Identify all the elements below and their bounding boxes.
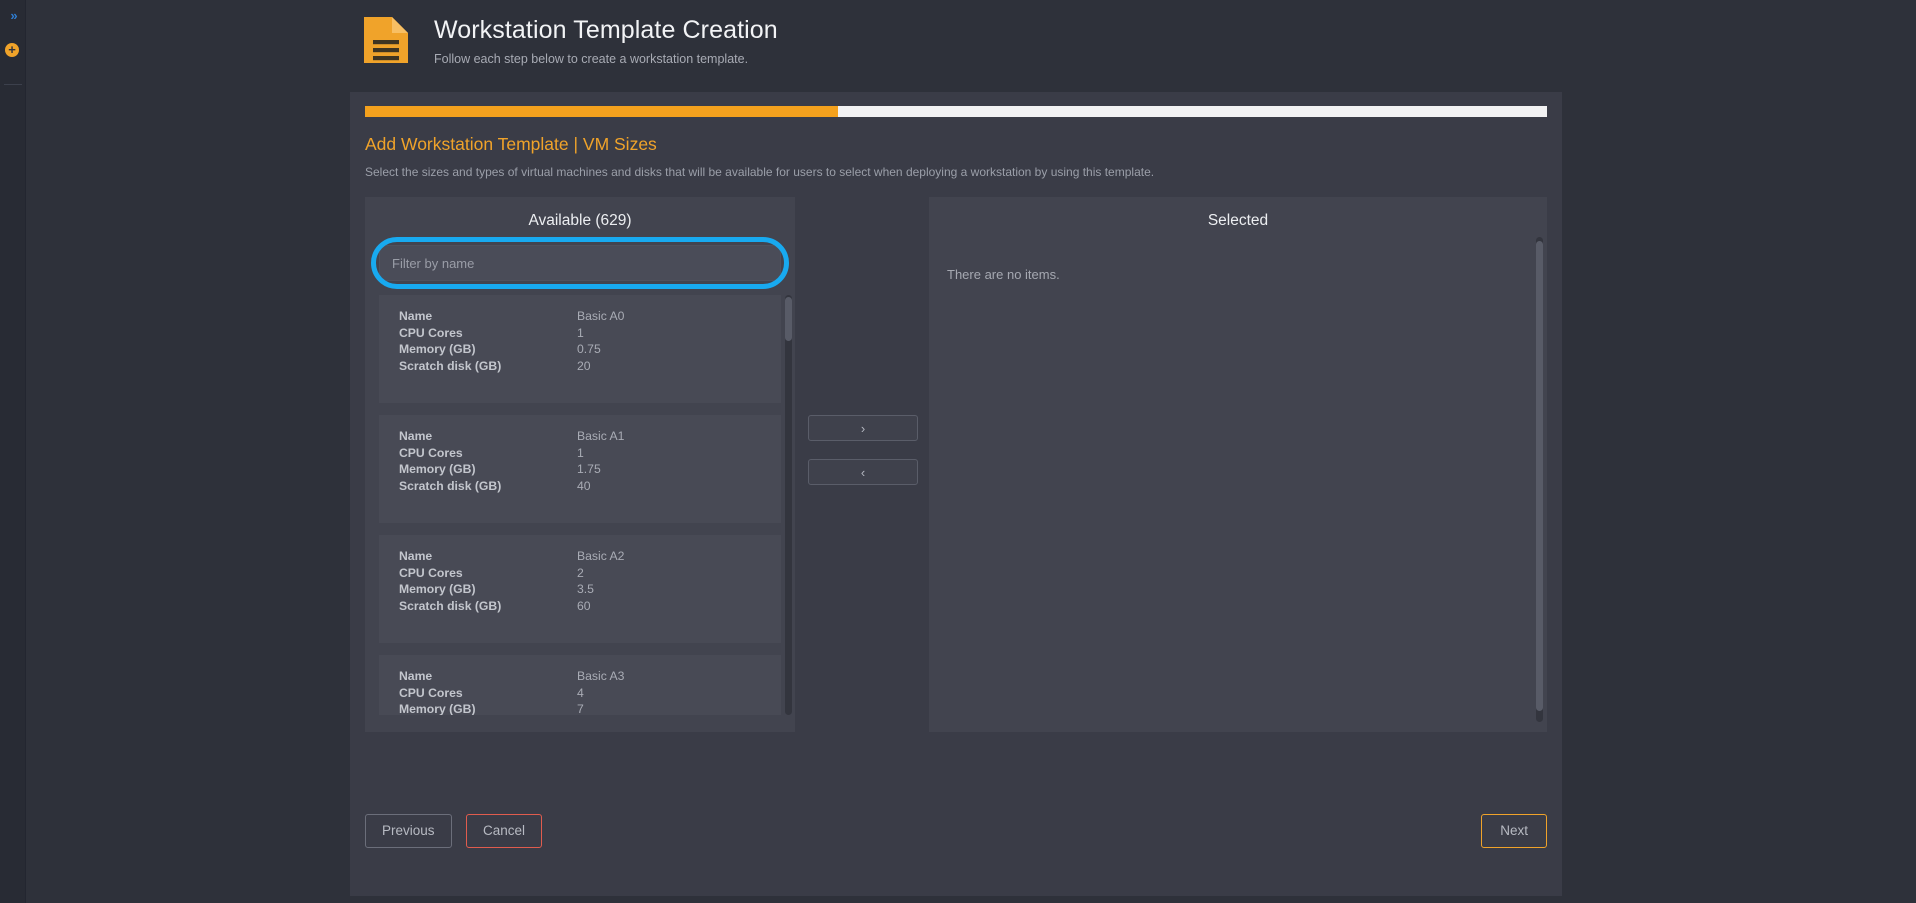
available-scrollbar-thumb[interactable]: [785, 297, 792, 341]
vm-attribute-label: CPU Cores: [399, 565, 463, 580]
available-scrollbar-track[interactable]: [785, 295, 792, 715]
vm-attribute-label: Name: [399, 309, 433, 323]
app-root: » + Workstation Template Creation Follow…: [0, 0, 1916, 903]
plus-icon: +: [8, 42, 16, 57]
vm-attribute-row: Memory (GB) 0.75: [399, 341, 763, 358]
dual-list-selector: Available (629) NameBasic A0CPU Cores1Me…: [365, 197, 1547, 732]
vm-attribute-value: Basic A2: [577, 549, 625, 563]
document-icon: [360, 14, 412, 66]
vm-attribute-row: Scratch disk (GB) 20: [399, 358, 763, 375]
selected-panel: Selected There are no items.: [929, 197, 1547, 732]
vm-attribute-value: Basic A3: [577, 669, 625, 683]
selected-empty-message: There are no items.: [947, 267, 1060, 282]
vm-attribute-value: 0.75: [577, 342, 601, 356]
rail-divider: [4, 84, 22, 85]
wizard-card: Add Workstation Template | VM Sizes Sele…: [350, 92, 1562, 896]
vm-attribute-value: 1: [577, 445, 584, 460]
vm-attribute-label: CPU Cores: [399, 445, 463, 460]
available-panel: Available (629) NameBasic A0CPU Cores1Me…: [365, 197, 795, 732]
vm-attribute-row: Name Basic A1: [399, 428, 763, 445]
vm-attribute-row: Scratch disk (GB) 40: [399, 478, 763, 495]
selected-scrollbar-track[interactable]: [1536, 237, 1543, 722]
vm-attribute-label: Name: [399, 669, 433, 683]
vm-attribute-value: 3.5: [577, 582, 594, 596]
vm-attribute-value: 4: [577, 685, 584, 700]
available-list-viewport[interactable]: Name Basic A0 CPU Cores 1 Memory (GB) 0.75 Scr…: [365, 295, 795, 715]
selected-heading: Selected: [1207, 212, 1269, 229]
page-title: Workstation Template Creation: [434, 16, 778, 44]
vm-attribute-label: Memory (GB): [399, 342, 476, 356]
vm-attribute-row: Memory (GB) 3.5: [399, 581, 763, 598]
vm-attribute-row: Memory (GB) 1.75: [399, 461, 763, 478]
vm-attribute-row: Name Basic A2: [399, 548, 763, 565]
available-list-item[interactable]: Name Basic A2 CPU Cores 2 Memory (GB) 3.5 Scra…: [379, 535, 781, 643]
vm-attribute-value: 40: [577, 478, 591, 493]
vm-attribute-row: Name Basic A3: [399, 668, 763, 685]
vm-attribute-label: CPU Cores: [399, 685, 463, 700]
filter-by-name-input[interactable]: [379, 245, 781, 281]
page-header: Workstation Template Creation Follow eac…: [360, 10, 778, 66]
vm-attribute-value: 20: [577, 358, 591, 373]
vm-attribute-value: 7: [577, 702, 584, 715]
available-heading: Available (629): [528, 212, 632, 229]
next-button[interactable]: Next: [1481, 814, 1547, 848]
vm-attribute-value: 60: [577, 598, 591, 613]
vm-attribute-label: Memory (GB): [399, 702, 476, 715]
vm-attribute-value: 2: [577, 565, 584, 580]
page-subtitle: Follow each step below to create a works…: [434, 51, 749, 66]
vm-attribute-row: CPU Cores 1: [399, 445, 763, 462]
wizard-footer: Next Previous Cancel: [365, 814, 1547, 856]
available-list: Name Basic A0 CPU Cores 1 Memory (GB) 0.75 Scr…: [365, 295, 795, 715]
section-description: Select the sizes and types of virtual ma…: [365, 165, 1155, 179]
available-list-item[interactable]: NameBasic A3CPU Cores4Memory (GB)7Scratc…: [379, 655, 781, 715]
vm-attribute-label: Name: [399, 549, 433, 563]
vm-attribute-label: CPU Cores: [399, 325, 463, 340]
add-button[interactable]: +: [5, 43, 19, 57]
available-list-item[interactable]: Name Basic A1 CPU Cores 1 Memory (GB) 1.75 Scr…: [379, 415, 781, 523]
vm-attribute-row: Memory (GB) 7: [399, 701, 763, 715]
vm-attribute-label: Scratch disk (GB): [399, 358, 502, 373]
move-left-button[interactable]: ‹: [808, 459, 918, 485]
section-title: Add Workstation Template | VM Sizes: [365, 134, 657, 154]
move-right-button[interactable]: ›: [808, 415, 918, 441]
available-list-item[interactable]: Name Basic A0 CPU Cores 1 Memory (GB) 0.75 Scr…: [379, 295, 781, 403]
vm-attribute-label: Scratch disk (GB): [399, 598, 502, 613]
vm-attribute-value: 1.75: [577, 462, 601, 476]
vm-attribute-value: Basic A1: [577, 429, 625, 443]
selected-scrollbar-thumb[interactable]: [1536, 241, 1543, 711]
cancel-button[interactable]: Cancel: [465, 814, 543, 848]
rail-expand-glyph: »: [10, 7, 17, 23]
transfer-controls: › ‹: [808, 415, 918, 485]
vm-attribute-row: CPU Cores 4: [399, 685, 763, 702]
left-rail: » +: [0, 0, 26, 903]
vm-attribute-row: Name Basic A0: [399, 308, 763, 325]
filter-field-wrapper: [371, 237, 789, 289]
vm-attribute-label: Memory (GB): [399, 462, 476, 476]
vm-attribute-row: Scratch disk (GB) 60: [399, 598, 763, 615]
vm-attribute-label: Memory (GB): [399, 582, 476, 596]
vm-attribute-label: Name: [399, 429, 433, 443]
vm-attribute-label: Scratch disk (GB): [399, 478, 502, 493]
progress-bar: [365, 106, 1547, 117]
previous-button[interactable]: Previous: [365, 814, 452, 848]
vm-attribute-row: CPU Cores 1: [399, 325, 763, 342]
vm-attribute-value: 1: [577, 325, 584, 340]
double-chevron-right-icon[interactable]: »: [3, 7, 23, 23]
vm-attribute-row: CPU Cores 2: [399, 565, 763, 582]
progress-bar-fill: [365, 106, 838, 117]
vm-attribute-value: Basic A0: [577, 309, 625, 323]
